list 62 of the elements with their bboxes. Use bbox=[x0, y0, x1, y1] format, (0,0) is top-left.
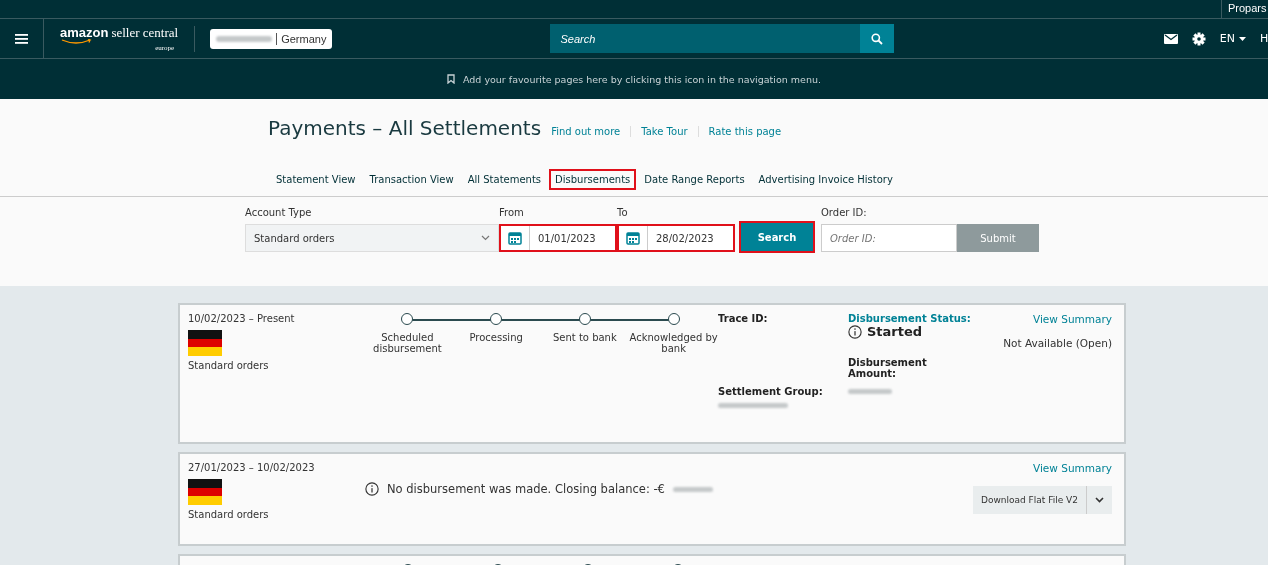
chevron-down-icon bbox=[1095, 497, 1104, 503]
bookmark-icon bbox=[447, 74, 455, 84]
germany-flag-icon bbox=[188, 479, 222, 505]
step-label: Scheduled disbursement bbox=[372, 332, 443, 354]
favourites-hint: Add your favourite pages here by clicking this icon in the navigation menu. bbox=[463, 73, 821, 85]
language-selector[interactable]: EN bbox=[1219, 32, 1246, 45]
tab[interactable]: Date Range Reports bbox=[638, 169, 751, 190]
page-link[interactable]: Find out more bbox=[551, 126, 631, 137]
redacted-value bbox=[718, 403, 788, 408]
search-field[interactable]: Search bbox=[550, 24, 861, 53]
mail-icon[interactable] bbox=[1163, 33, 1178, 44]
status-note: Not Available (Open) bbox=[1003, 337, 1112, 349]
settlement-period: 27/01/2023 – 10/02/2023 bbox=[188, 462, 316, 473]
page-link[interactable]: Rate this page bbox=[697, 126, 792, 137]
field-label: Order ID: bbox=[821, 207, 868, 218]
account-type: Standard orders bbox=[188, 509, 270, 520]
redacted-value bbox=[216, 35, 273, 42]
settlement-group-label: Settlement Group: bbox=[718, 386, 824, 397]
tab[interactable]: Statement View bbox=[270, 169, 362, 190]
settings-icon[interactable] bbox=[1191, 31, 1206, 46]
account-name[interactable]: Propars bbox=[1221, 0, 1268, 18]
status-value: Started bbox=[867, 324, 923, 339]
view-summary-link[interactable]: View Summary bbox=[1033, 313, 1112, 325]
order-id-field[interactable]: Order ID: bbox=[821, 224, 957, 252]
info-icon bbox=[365, 482, 379, 496]
field-label: From bbox=[499, 207, 525, 218]
germany-flag-icon bbox=[188, 330, 222, 356]
status-label: Disbursement Status: bbox=[848, 313, 972, 324]
calendar-icon bbox=[508, 231, 522, 245]
download-flat-file-button[interactable]: Download Flat File V2 bbox=[973, 486, 1112, 514]
from-date-field[interactable]: 01/01/2023 bbox=[499, 224, 617, 252]
chevron-down-icon bbox=[481, 235, 490, 241]
redacted-value bbox=[672, 486, 713, 492]
field-label: To bbox=[617, 207, 629, 218]
account-type: Standard orders bbox=[188, 360, 270, 371]
tab[interactable]: Transaction View bbox=[363, 169, 460, 190]
step-label: Processing bbox=[469, 332, 523, 343]
field-label: Account Type bbox=[245, 207, 313, 218]
marketplace-selector[interactable]: Germany bbox=[210, 28, 333, 49]
settlement-period: 10/02/2023 – Present bbox=[188, 313, 296, 324]
caret-icon bbox=[1239, 36, 1246, 41]
calendar-icon bbox=[626, 231, 640, 245]
page-title: Payments – All Settlements bbox=[268, 116, 542, 140]
step-label: Acknowledged by bank bbox=[629, 332, 718, 354]
redacted-value bbox=[848, 389, 892, 394]
closing-balance-message: No disbursement was made. Closing balance: -€ bbox=[387, 482, 665, 496]
to-date-field[interactable]: 28/02/2023 bbox=[617, 224, 735, 252]
menu-icon bbox=[15, 33, 28, 44]
tab[interactable]: Disbursements bbox=[549, 169, 637, 190]
tab[interactable]: Advertising Invoice History bbox=[752, 169, 899, 190]
search-button[interactable] bbox=[860, 24, 895, 53]
account-type-dropdown[interactable]: Standard orders bbox=[245, 224, 499, 252]
tab[interactable]: All Statements bbox=[461, 169, 548, 190]
amount-label: Disbursement Amount: bbox=[848, 357, 928, 379]
help-link[interactable]: H bbox=[1260, 32, 1268, 45]
step-label: Sent to bank bbox=[553, 332, 617, 343]
search-icon bbox=[871, 32, 884, 45]
view-summary-link[interactable]: View Summary bbox=[1033, 462, 1112, 474]
page-link[interactable]: Take Tour bbox=[630, 126, 698, 137]
info-icon bbox=[848, 324, 862, 339]
search-button[interactable]: Search bbox=[739, 221, 815, 253]
trace-id-label: Trace ID: bbox=[718, 313, 769, 324]
